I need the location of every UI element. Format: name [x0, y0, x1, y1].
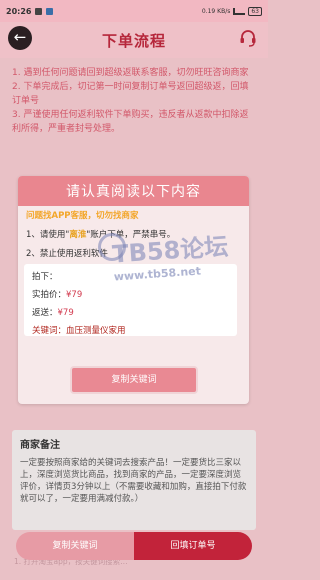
- step-1: 1. 遇到任何问题请回到超级返联系客服，切勿旺旺咨询商家: [12, 68, 249, 78]
- customer-service-icon[interactable]: [238, 28, 258, 48]
- merchant-note: 商家备注 一定要按照商家给的关键词去搜索产品！一定要货比三家以上，深度浏览货比商…: [12, 430, 256, 530]
- app-notification-icon: [46, 7, 54, 15]
- paid-value: ¥79: [66, 290, 83, 300]
- merchant-note-text: 一定要按照商家给的关键词去搜索产品！一定要货比三家以上，深度浏览货比商品，找到商…: [20, 458, 247, 504]
- page-header: ← 下单流程: [0, 22, 268, 58]
- dialog-warning: 问题找APP客服，切勿找商家: [26, 211, 139, 221]
- signal-icon: [233, 7, 246, 15]
- submit-order-number-button[interactable]: 回填订单号: [134, 532, 252, 560]
- battery-icon: 63: [248, 6, 262, 16]
- bottom-copy-keyword-button[interactable]: 复制关键词: [16, 532, 134, 560]
- step-3: 3. 严谨使用任何返利软件下单购买，违反者从返款中扣除返 利所得，严重者封号处理…: [12, 110, 249, 134]
- step-2: 2. 下单完成后，切记第一时间复制订单号返回超级返，回填 订单号: [12, 82, 249, 106]
- keyword-row: 关键词：血压测量仪家用: [32, 322, 229, 340]
- app-notification-icon: [35, 7, 43, 15]
- arrow-left-icon: ←: [13, 28, 27, 46]
- bottom-action-bar: 复制关键词 回填订单号: [16, 532, 252, 560]
- back-button[interactable]: ←: [8, 26, 32, 50]
- page-title: 下单流程: [101, 31, 166, 50]
- merchant-note-title: 商家备注: [20, 440, 60, 451]
- refund-label: 返送：: [32, 308, 58, 318]
- copy-keyword-button[interactable]: 复制关键词: [70, 366, 198, 394]
- order-steps: 1. 遇到任何问题请回到超级返联系客服，切勿旺旺咨询商家 2. 下单完成后，切记…: [12, 66, 256, 136]
- dialog-title: 请认真阅读以下内容: [18, 176, 249, 206]
- network-speed: 0.19 KB/s: [201, 7, 231, 15]
- keyword-value: 血压测量仪家用: [66, 326, 126, 336]
- status-time: 20:26: [6, 6, 32, 16]
- status-right: 0.19 KB/s 63: [201, 6, 262, 16]
- rule-account-prefix: 1、请使用": [26, 230, 70, 240]
- refund-value: ¥79: [57, 308, 74, 318]
- account-name: 离淮: [69, 230, 87, 240]
- price-label: 拍下：: [32, 272, 58, 282]
- keyword-label: 关键词：: [32, 326, 67, 336]
- paid-label: 实拍价：: [32, 290, 67, 300]
- notice-dialog: 请认真阅读以下内容 问题找APP客服，切勿找商家 1、请使用"离淮"账户下单，严…: [18, 176, 249, 404]
- watermark: TB58论坛 www.tb58.net: [111, 232, 246, 321]
- status-bar: 20:26 0.19 KB/s 63: [0, 0, 268, 22]
